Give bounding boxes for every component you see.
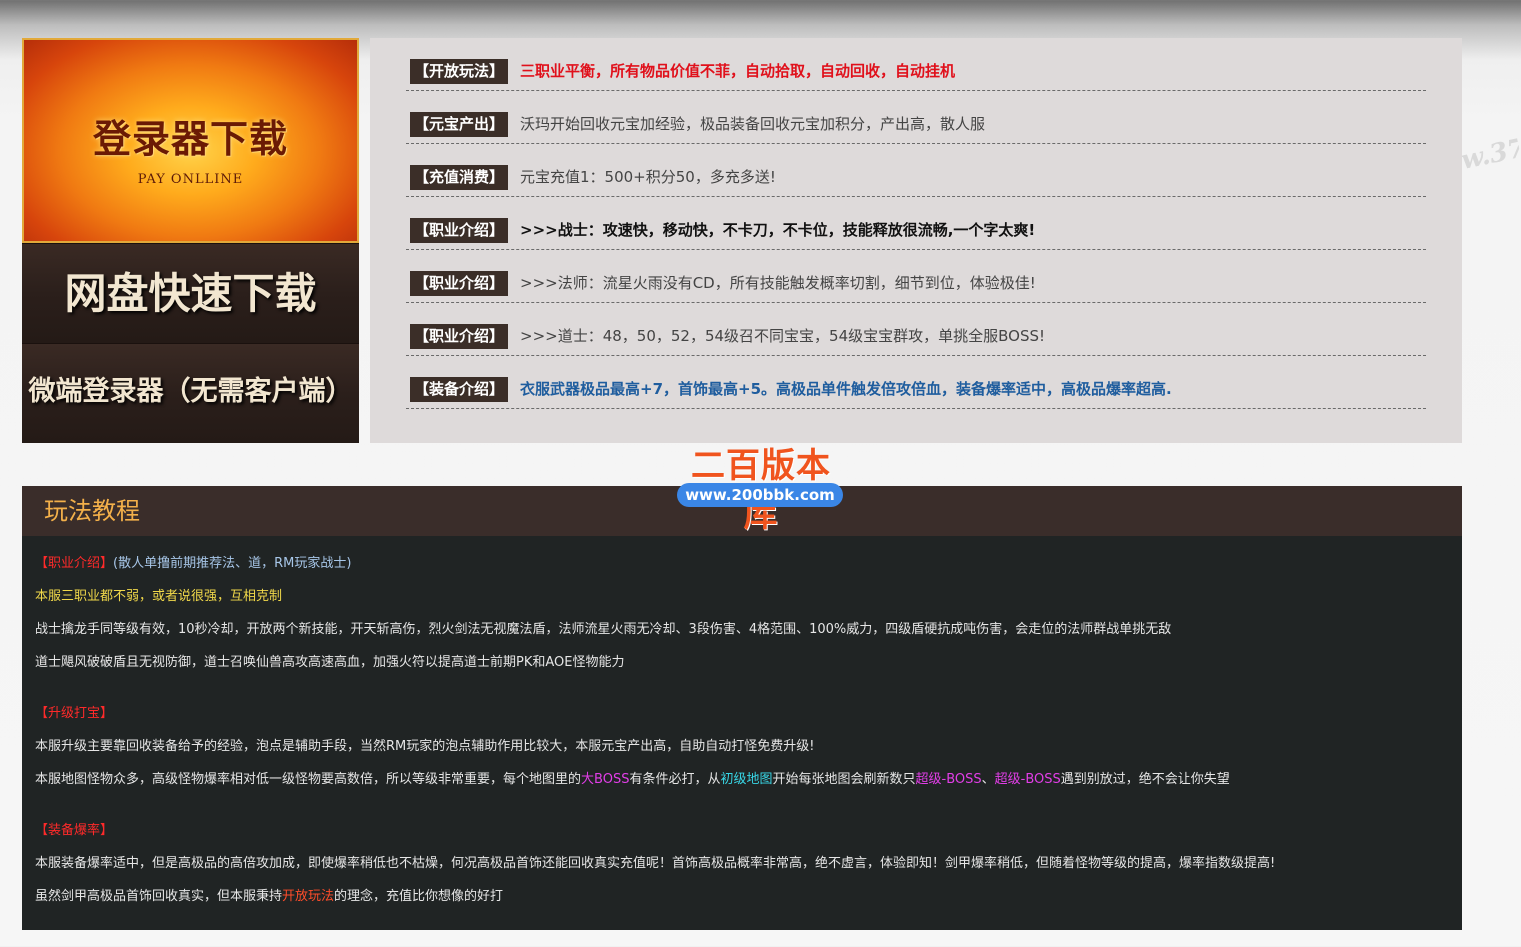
highlight-super-boss: 超级-BOSS <box>994 772 1061 787</box>
download-panel: 登录器下载 PAY ONLLINE 网盘快速下载 微端登录器（无需客户端） <box>22 38 359 443</box>
info-text: >>>战士：攻速快，移动快，不卡刀，不卡位，技能释放很流畅,一个字太爽! <box>520 221 1036 239</box>
info-row-recharge: 【充值消费】 元宝充值1：500+积分50，多充多送! <box>406 144 1426 197</box>
info-text: 元宝充值1：500+积分50，多充多送! <box>520 168 776 186</box>
info-text: 沃玛开始回收元宝加经验，极品装备回收元宝加积分，产出高，散人服 <box>520 115 986 133</box>
info-tag: 【职业介绍】 <box>410 218 509 243</box>
tutorial-line: 【职业介绍】(散人单撸前期推荐法、道，RM玩家战士) <box>35 554 351 574</box>
tutorial-text: 的理念，充值比你想像的好打 <box>334 889 504 904</box>
section-tag: 【升级打宝】 <box>35 706 114 721</box>
info-tag: 【职业介绍】 <box>410 324 509 349</box>
info-text: >>>道士：48，50，52，54级召不同宝宝，54级宝宝群攻，单挑全服BOSS… <box>520 327 1046 345</box>
info-text: 三职业平衡，所有物品价值不菲，自动拾取，自动回收，自动挂机 <box>520 62 956 80</box>
side-watermark: w.37 <box>1458 134 1521 176</box>
tutorial-line: 本服地图怪物众多，高级怪物爆率相对低一级怪物要高数倍，所以等级非常重要，每个地图… <box>35 770 1230 790</box>
tutorial-title: 玩法教程 <box>44 497 140 525</box>
tutorial-line: 虽然剑甲高极品首饰回收真实，但本服秉持开放玩法的理念，充值比你想像的好打 <box>35 887 503 907</box>
info-row-warrior: 【职业介绍】 >>>战士：攻速快，移动快，不卡刀，不卡位，技能释放很流畅,一个字… <box>406 197 1426 250</box>
info-row-mage: 【职业介绍】 >>>法师：流星火雨没有CD，所有技能触发概率切割，细节到位，体验… <box>406 250 1426 303</box>
tutorial-line: 道士飓风破破盾且无视防御，道士召唤仙兽高攻高速高血，加强火符以提高道士前期PK和… <box>35 655 625 670</box>
highlight-boss: 大BOSS <box>581 772 630 787</box>
info-tag: 【充值消费】 <box>410 165 509 190</box>
tutorial-text: 有条件必打，从 <box>629 772 721 787</box>
info-row-gameplay: 【开放玩法】 三职业平衡，所有物品价值不菲，自动拾取，自动回收，自动挂机 <box>406 38 1426 91</box>
launcher-download-subtitle: PAY ONLLINE <box>137 172 244 187</box>
tutorial-text: 开始每张地图会刷新数只 <box>772 772 916 787</box>
highlight-super-boss: 超级-BOSS <box>915 772 982 787</box>
tutorial-text: 本服地图怪物众多，高级怪物爆率相对低一级怪物要高数倍，所以等级非常重要，每个地图… <box>35 772 582 787</box>
info-tag: 【装备介绍】 <box>410 377 509 402</box>
section-tag: 【装备爆率】 <box>35 823 114 838</box>
tutorial-text: (散人单撸前期推荐法、道，RM玩家战士) <box>113 556 352 571</box>
info-row-yuanbao: 【元宝产出】 沃玛开始回收元宝加经验，极品装备回收元宝加积分，产出高，散人服 <box>406 91 1426 144</box>
info-tag: 【元宝产出】 <box>410 112 509 137</box>
section-tag: 【职业介绍】 <box>35 556 114 571</box>
launcher-download-title: 登录器下载 <box>92 116 288 161</box>
tutorial-line: 本服三职业都不弱，或者说很强，互相克制 <box>35 589 283 604</box>
tutorial-section: 玩法教程 【职业介绍】(散人单撸前期推荐法、道，RM玩家战士) 本服三职业都不弱… <box>22 486 1462 930</box>
info-text: >>>法师：流星火雨没有CD，所有技能触发概率切割，细节到位，体验极佳! <box>520 274 1036 292</box>
micro-launcher-button[interactable]: 微端登录器（无需客户端） <box>22 343 359 443</box>
info-text: 衣服武器极品最高+7，首饰最高+5。高极品单件触发倍攻倍血，装备爆率适中，高极品… <box>520 380 1172 398</box>
tutorial-line: 本服升级主要靠回收装备给予的经验，泡点是辅助手段，当然RM玩家的泡点辅助作用比较… <box>35 739 815 754</box>
server-info-panel: 【开放玩法】 三职业平衡，所有物品价值不菲，自动拾取，自动回收，自动挂机 【元宝… <box>370 38 1462 443</box>
highlight-map: 初级地图 <box>720 772 773 787</box>
highlight-open-play: 开放玩法 <box>282 889 335 904</box>
brand-url[interactable]: www.200bbk.com <box>677 483 843 507</box>
netdisk-download-button[interactable]: 网盘快速下载 <box>22 243 359 343</box>
tutorial-text: 遇到别放过，绝不会让你失望 <box>1060 772 1230 787</box>
info-row-taoist: 【职业介绍】 >>>道士：48，50，52，54级召不同宝宝，54级宝宝群攻，单… <box>406 303 1426 356</box>
tutorial-text: 、 <box>981 772 995 787</box>
info-row-equipment: 【装备介绍】 衣服武器极品最高+7，首饰最高+5。高极品单件触发倍攻倍血，装备爆… <box>406 356 1426 409</box>
info-tag: 【开放玩法】 <box>410 59 509 84</box>
tutorial-line: 战士擒龙手同等级有效，10秒冷却，开放两个新技能，开天斩高伤，烈火剑法无视魔法盾… <box>35 622 1172 637</box>
tutorial-text: 虽然剑甲高极品首饰回收真实，但本服秉持 <box>35 889 283 904</box>
tutorial-body: 【职业介绍】(散人单撸前期推荐法、道，RM玩家战士) 本服三职业都不弱，或者说很… <box>22 536 1462 930</box>
info-tag: 【职业介绍】 <box>410 271 509 296</box>
brand-watermark: 二百版本库 www.200bbk.com <box>677 438 843 535</box>
launcher-download-button[interactable]: 登录器下载 PAY ONLLINE <box>22 38 359 243</box>
tutorial-line: 本服装备爆率适中，但是高极品的高倍攻加成，即使爆率稍低也不枯燥，何况高极品首饰还… <box>35 856 1276 871</box>
